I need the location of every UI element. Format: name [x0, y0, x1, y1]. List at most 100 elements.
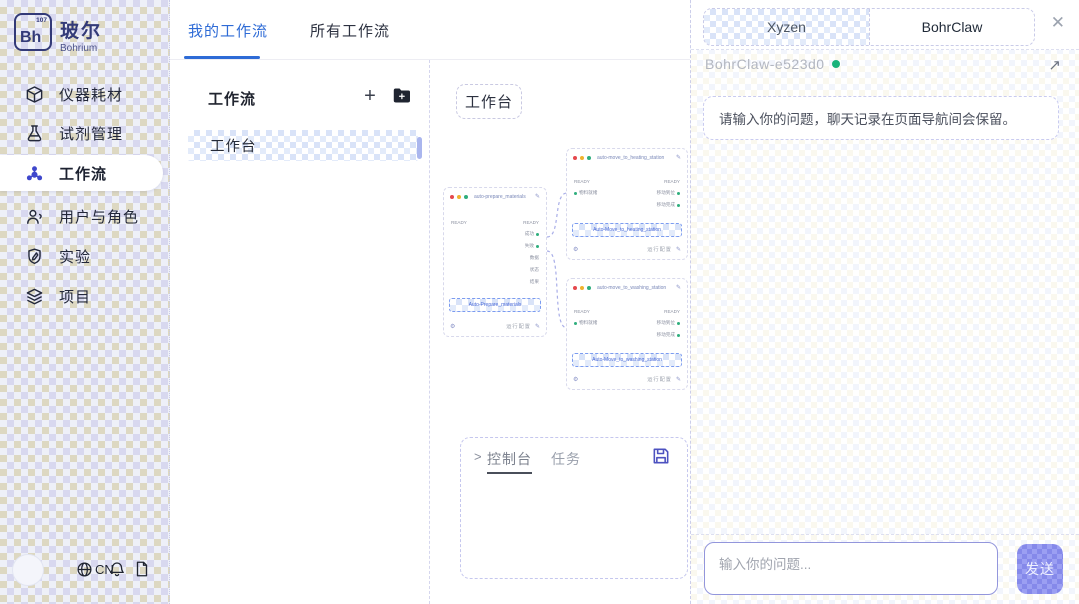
- port-dot: [536, 233, 539, 236]
- send-button[interactable]: 发送: [1017, 544, 1063, 594]
- workflow-list-panel: 工作流 + 工作台: [170, 60, 430, 604]
- port-dot: [677, 334, 680, 337]
- sidebar-item-reagents[interactable]: 试剂管理: [0, 116, 170, 150]
- edit-pencil-icon[interactable]: ✎: [535, 193, 540, 200]
- port-dot: [536, 245, 539, 248]
- node-action-chip[interactable]: Auto-Prepare_materials: [449, 298, 541, 312]
- active-tab-underline: [184, 56, 260, 59]
- edit-pencil-icon[interactable]: ✎: [676, 376, 681, 383]
- app-window: 107 Bh 玻尔 Bohrium 仪器耗材 试剂管理: [0, 0, 1079, 604]
- port-label: 移动到位: [657, 190, 675, 196]
- chat-footer-divider: [691, 534, 1079, 535]
- flask-icon: [25, 124, 44, 143]
- tab-tasks[interactable]: 任务: [551, 449, 581, 469]
- port-label: READY: [664, 179, 680, 184]
- node-dot-red: [573, 286, 577, 290]
- sidebar-item-label: 用户与角色: [59, 206, 139, 227]
- node-config-icon[interactable]: ⚙: [573, 246, 578, 253]
- sidebar-item-label: 实验: [59, 246, 91, 267]
- node-dot-yellow: [580, 286, 584, 290]
- port-dot: [677, 192, 680, 195]
- bell-icon[interactable]: [108, 560, 126, 578]
- node-move-washing[interactable]: auto-move_to_washing_station ✎ READY 物料就…: [566, 278, 688, 390]
- tab-bohrclaw-label: BohrClaw: [922, 19, 983, 35]
- node-dot-yellow: [580, 156, 584, 160]
- folder-icon[interactable]: [392, 87, 411, 104]
- edit-pencil-icon[interactable]: ✎: [676, 284, 681, 291]
- tab-my-workflows[interactable]: 我的工作流: [188, 0, 268, 60]
- edit-pencil-icon[interactable]: ✎: [535, 323, 540, 330]
- node-footer-label: 运行配置: [647, 246, 672, 253]
- port-label: 状态: [530, 267, 539, 273]
- element-number: 107: [36, 17, 47, 24]
- port-label: READY: [451, 220, 467, 225]
- node-dot-red: [573, 156, 577, 160]
- port-label: READY: [523, 220, 539, 225]
- sidebar-item-label: 试剂管理: [59, 123, 123, 144]
- tab-all-workflows-label: 所有工作流: [310, 20, 390, 41]
- chevron-right-icon[interactable]: >: [474, 449, 482, 464]
- chat-input[interactable]: [704, 542, 998, 595]
- port-label: 成功: [525, 231, 534, 237]
- tab-all-workflows[interactable]: 所有工作流: [310, 0, 390, 60]
- save-icon[interactable]: [651, 446, 671, 466]
- node-config-icon[interactable]: ⚙: [450, 323, 455, 330]
- main-topbar: 我的工作流 所有工作流: [170, 0, 690, 60]
- port-dot: [574, 192, 577, 195]
- node-action-chip[interactable]: Auto-Move_to_washing_station: [572, 353, 682, 367]
- node-dot-green: [587, 286, 591, 290]
- users-icon: [25, 207, 44, 226]
- document-icon[interactable]: [133, 560, 151, 578]
- tab-xyzen[interactable]: Xyzen: [704, 9, 869, 45]
- tab-bohrclaw[interactable]: BohrClaw: [869, 9, 1034, 45]
- workflow-item-label: 工作台: [210, 135, 257, 156]
- workflow-list-title: 工作流: [208, 88, 256, 109]
- sidebar-footer: CN: [0, 550, 170, 594]
- welcome-message-bubble: 请输入你的问题，聊天记录在页面导航间会保留。: [703, 96, 1059, 140]
- element-logo-icon: 107 Bh: [14, 13, 52, 51]
- node-config-icon[interactable]: ⚙: [573, 376, 578, 383]
- chat-tab-switcher: Xyzen BohrClaw: [703, 8, 1035, 46]
- port-label: READY: [574, 309, 590, 314]
- scrollbar-thumb[interactable]: [417, 137, 422, 159]
- node-move-heating[interactable]: auto-move_to_heating_station ✎ READY 物料就…: [566, 148, 688, 260]
- node-action-chip[interactable]: Auto-Move_to_heating_station: [572, 223, 682, 237]
- port-dot: [574, 322, 577, 325]
- canvas-tab-label: 工作台: [465, 91, 513, 112]
- edit-pencil-icon[interactable]: ✎: [676, 154, 681, 161]
- node-footer-label: 运行配置: [506, 323, 531, 330]
- workflow-list-item[interactable]: 工作台: [188, 130, 418, 161]
- layers-icon: [25, 287, 44, 306]
- sidebar-item-experiments[interactable]: 实验: [0, 239, 170, 273]
- online-status-dot: [832, 60, 840, 68]
- node-title: auto-move_to_heating_station: [597, 155, 673, 161]
- session-row: BohrClaw-e523d0: [705, 56, 840, 72]
- node-title: auto-prepare_materials: [474, 194, 532, 200]
- node-dot-yellow: [457, 195, 461, 199]
- add-workflow-button[interactable]: +: [359, 85, 381, 107]
- node-dot-green: [464, 195, 468, 199]
- element-symbol: Bh: [20, 29, 41, 47]
- sidebar-item-instruments[interactable]: 仪器耗材: [0, 77, 170, 111]
- avatar[interactable]: [12, 554, 44, 586]
- sidebar: 107 Bh 玻尔 Bohrium 仪器耗材 试剂管理: [0, 0, 170, 604]
- tab-console[interactable]: 控制台: [487, 449, 532, 474]
- session-name: BohrClaw-e523d0: [705, 56, 825, 72]
- port-dot: [677, 322, 680, 325]
- port-label: READY: [574, 179, 590, 184]
- open-external-icon[interactable]: ↗: [1048, 56, 1061, 74]
- canvas-tab-workbench[interactable]: 工作台: [456, 84, 522, 119]
- close-icon[interactable]: ✕: [1051, 13, 1065, 33]
- port-label: 数据: [530, 255, 539, 261]
- sidebar-item-users[interactable]: 用户与角色: [0, 199, 170, 233]
- port-label: 物料就绪: [579, 320, 597, 326]
- port-dot: [677, 204, 680, 207]
- node-title: auto-move_to_washing_station: [597, 285, 673, 291]
- node-prepare-materials[interactable]: auto-prepare_materials ✎ READY READY 成功 …: [443, 187, 547, 337]
- sidebar-item-projects[interactable]: 项目: [0, 279, 170, 313]
- sidebar-item-workflow[interactable]: 工作流: [0, 155, 163, 191]
- port-label: 物料就绪: [579, 190, 597, 196]
- node-dot-red: [450, 195, 454, 199]
- globe-icon[interactable]: [76, 561, 93, 578]
- edit-pencil-icon[interactable]: ✎: [676, 246, 681, 253]
